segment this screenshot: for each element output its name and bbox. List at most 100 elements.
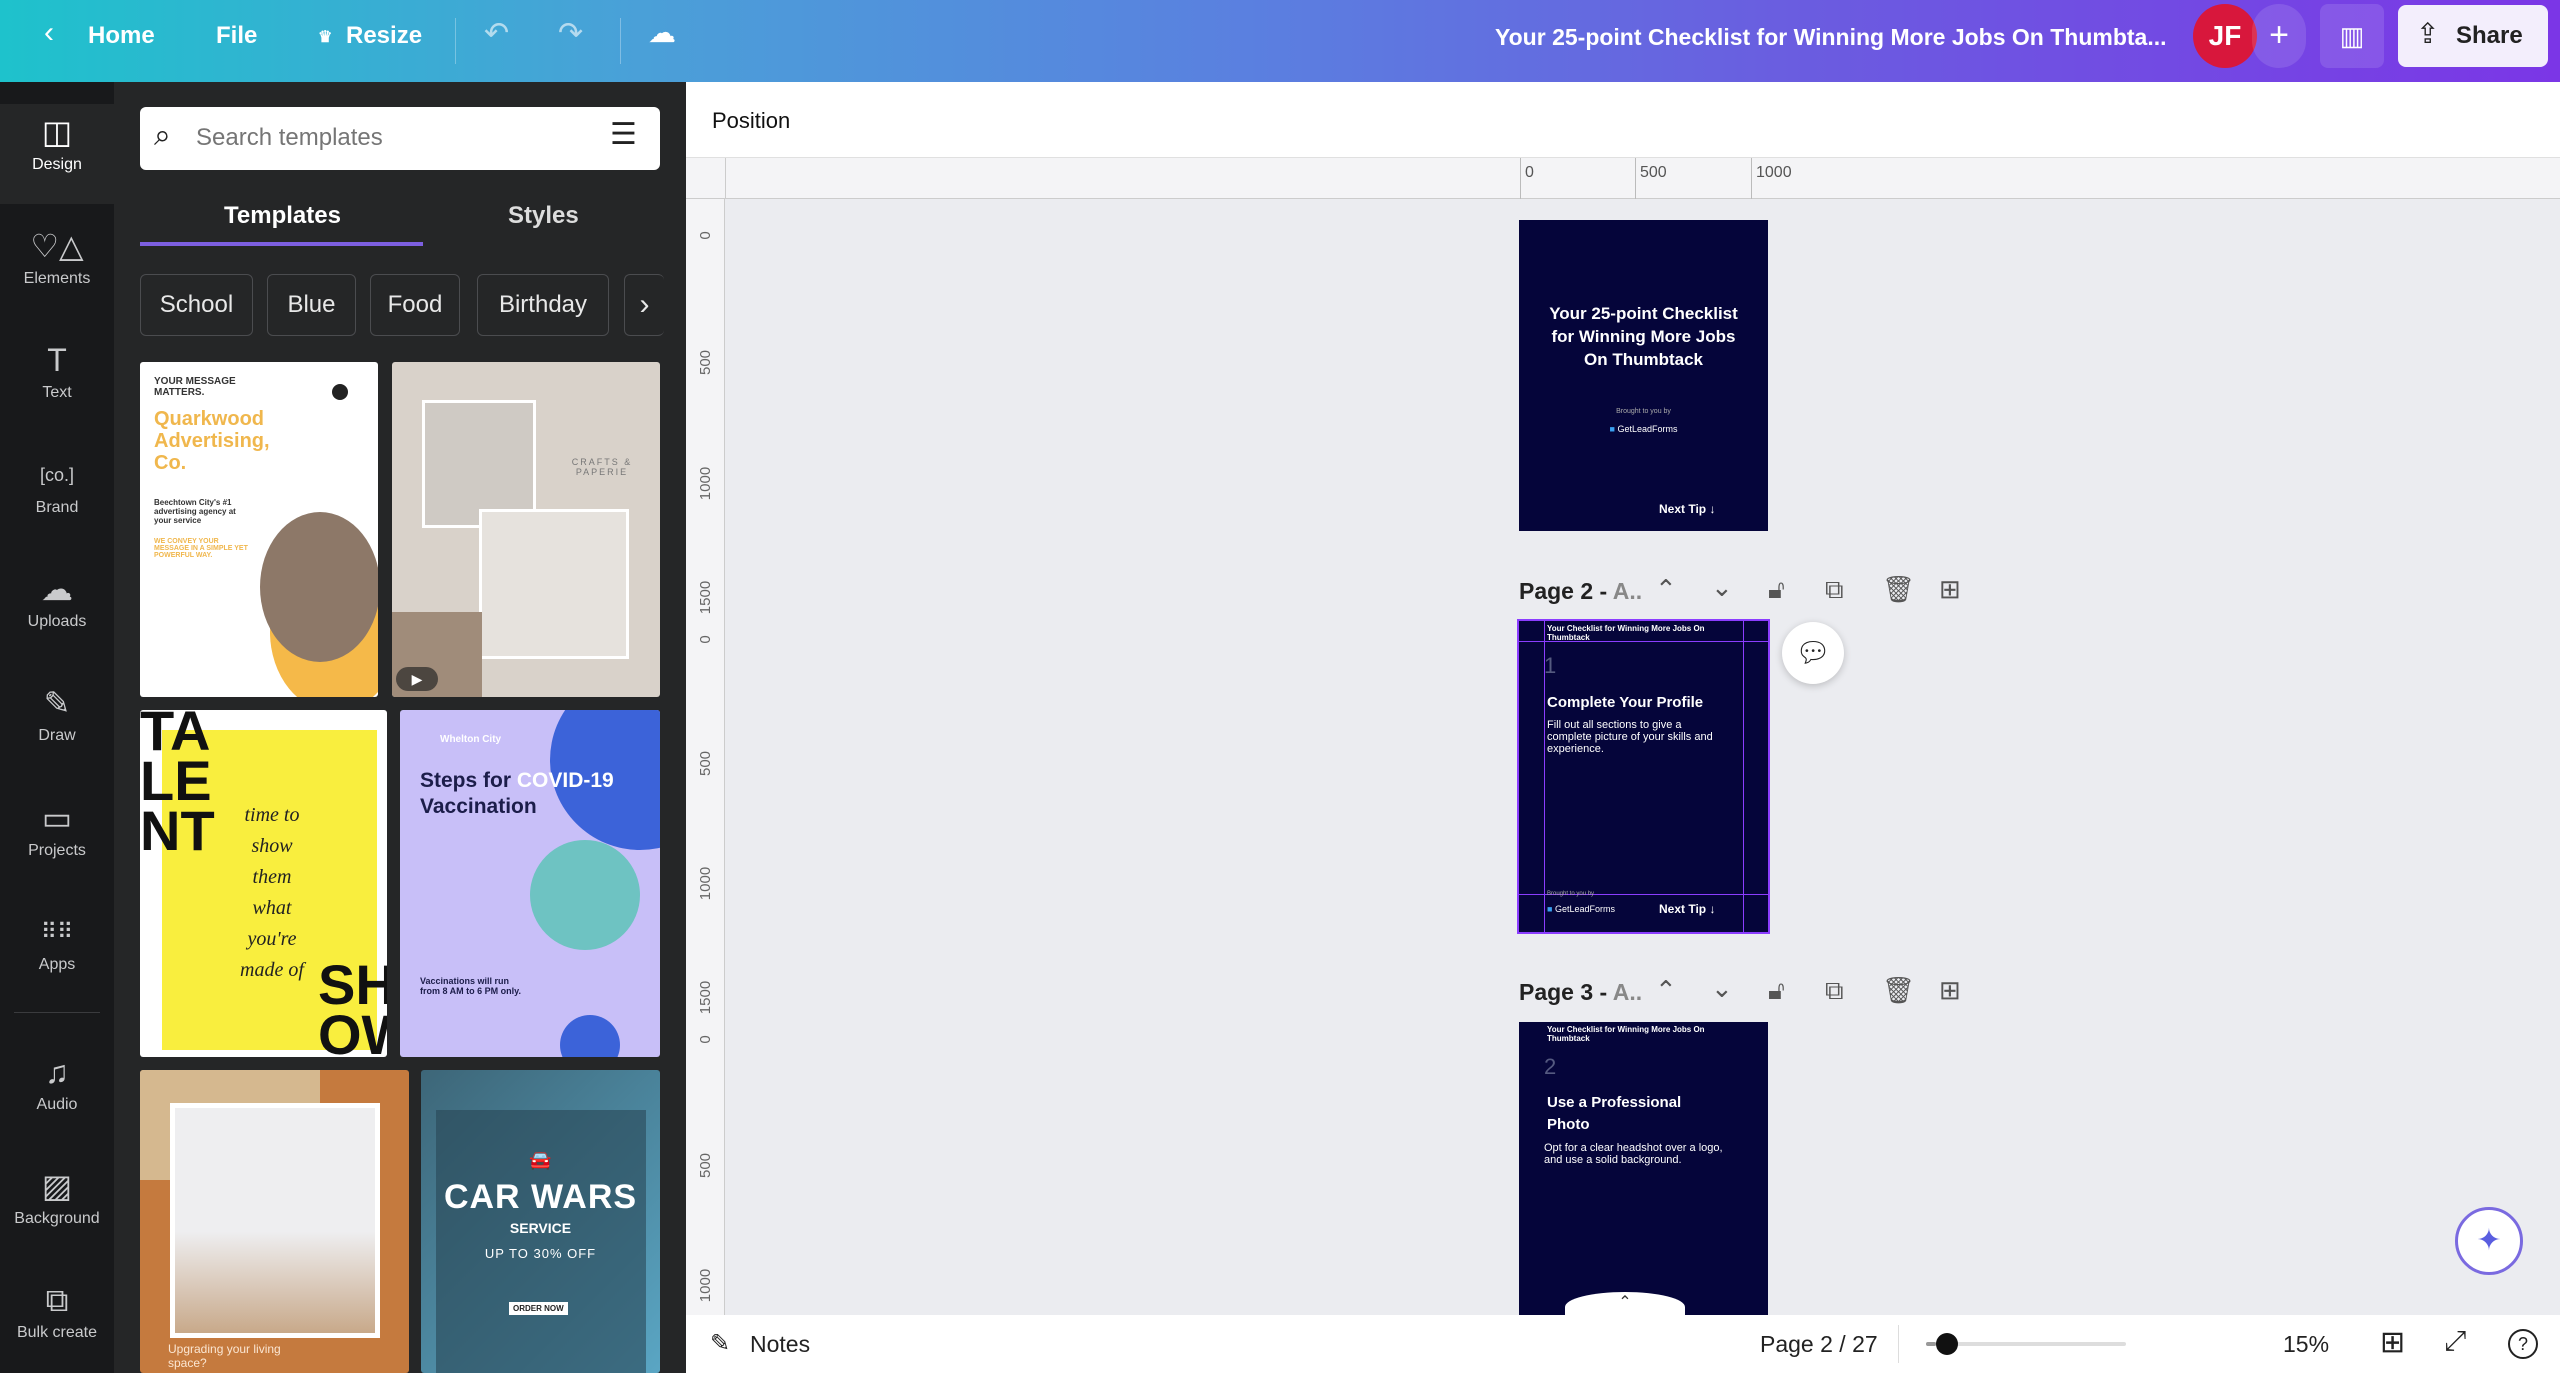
position-button[interactable]: Position <box>712 108 790 134</box>
rail-apps[interactable]: ⠿⠿ Apps <box>0 904 114 1004</box>
cloud-upload-icon: ☁ <box>41 571 73 607</box>
home-button[interactable]: Home <box>88 22 155 50</box>
rail-draw[interactable]: ✎ Draw <box>0 675 114 775</box>
help-icon[interactable]: ? <box>2508 1329 2538 1359</box>
template-text: COVID-19 <box>516 769 614 792</box>
rail-brand[interactable]: [co.] Brand <box>0 447 114 547</box>
rail-background[interactable]: ▨ Background <box>0 1158 114 1258</box>
lock-icon[interactable]: 🔓︎ <box>1768 975 1785 1007</box>
page-2-thumbnail[interactable]: Your Checklist for Winning More Jobs On … <box>1517 619 1770 934</box>
template-text: TA LE NT <box>140 710 215 859</box>
page-title-input[interactable]: A.. <box>1613 578 1642 604</box>
redo-icon[interactable]: ↷ <box>558 16 583 51</box>
back-chevron-icon[interactable]: ‹ <box>44 16 54 50</box>
insights-chart-icon[interactable]: ▥ <box>2320 4 2384 68</box>
rail-label: Uploads <box>27 613 87 630</box>
template-quarkwood[interactable]: YOUR MESSAGE MATTERS. Quarkwood Advertis… <box>140 362 378 697</box>
add-page-icon[interactable]: ⊞ <box>1939 574 1961 605</box>
template-text: time to show them what you're made of <box>240 804 304 981</box>
grid-view-icon[interactable]: ⊞ <box>2380 1325 2405 1360</box>
rail-projects[interactable]: ▭ Projects <box>0 790 114 890</box>
template-text: YOUR MESSAGE MATTERS. <box>154 376 236 398</box>
rail-label: Background <box>14 1210 100 1227</box>
page-header-text: Your Checklist for Winning More Jobs On … <box>1547 624 1705 642</box>
template-crafts-paperie[interactable]: CRAFTS & PAPERIE ▶ <box>392 362 660 697</box>
brought-by-text: Brought to you by <box>1616 408 1671 415</box>
page-title-input[interactable]: A.. <box>1613 979 1642 1005</box>
brand-name: GetLeadForms <box>1617 424 1678 434</box>
team-photo <box>260 512 378 662</box>
search-input[interactable] <box>196 119 596 157</box>
rail-bulk-create[interactable]: ⧉ Bulk create <box>0 1272 114 1372</box>
ruler-label: 500 <box>697 750 714 777</box>
crown-icon: ♛ <box>318 29 333 46</box>
chip-school[interactable]: School <box>140 274 253 336</box>
add-page-icon[interactable]: ⊞ <box>1939 975 1961 1006</box>
divider <box>1898 1325 1899 1363</box>
ruler-tick <box>1751 158 1752 199</box>
template-covid-vaccination[interactable]: Whelton City Steps for COVID-19 Vaccinati… <box>400 710 660 1057</box>
add-collaborator-button[interactable]: + <box>2252 4 2306 68</box>
search-box[interactable]: ⌕ ☰ <box>140 107 660 170</box>
notes-button[interactable]: Notes <box>750 1331 810 1358</box>
zoom-slider[interactable] <box>1926 1333 2126 1355</box>
add-comment-icon[interactable]: 💬︎ <box>1782 622 1844 684</box>
magic-assistant-sparkle-icon[interactable]: ✦ <box>2455 1207 2523 1275</box>
chip-food[interactable]: Food <box>370 274 460 336</box>
zoom-slider-handle[interactable] <box>1936 1333 1958 1355</box>
template-text: ORDER NOW <box>509 1302 568 1315</box>
rail-elements[interactable]: ♡△ Elements <box>0 218 114 318</box>
move-down-chevron-icon[interactable]: ⌄ <box>1711 973 1733 1004</box>
page-indicator[interactable]: Page 2 / 27 <box>1760 1331 1878 1358</box>
file-menu[interactable]: File <box>216 22 257 50</box>
template-text: UP TO 30% OFF <box>484 1246 597 1261</box>
cloud-saved-icon[interactable]: ☁ <box>648 16 676 49</box>
lock-icon[interactable]: 🔓︎ <box>1768 574 1785 606</box>
move-down-chevron-icon[interactable]: ⌄ <box>1711 572 1733 603</box>
page-1-thumbnail[interactable]: Your 25-point Checklist for Winning More… <box>1519 220 1768 531</box>
template-talent-show[interactable]: TA LE NT time to show them what you're mad… <box>140 710 387 1057</box>
duplicate-page-icon[interactable]: ⧉ <box>1825 975 1844 1007</box>
rail-design[interactable]: ◫ Design <box>0 104 114 204</box>
rail-text[interactable]: T Text <box>0 332 114 432</box>
avatar[interactable]: JF <box>2193 4 2257 68</box>
ruler-corner <box>725 158 726 199</box>
notes-icon[interactable]: ✎ <box>710 1329 730 1358</box>
chips-next-arrow[interactable]: › <box>624 274 664 336</box>
tab-templates[interactable]: Templates <box>224 202 341 230</box>
rail-uploads[interactable]: ☁ Uploads <box>0 561 114 661</box>
document-title[interactable]: Your 25-point Checklist for Winning More… <box>1495 24 2167 51</box>
left-rail: ◫ Design ♡△ Elements T Text [co.] Brand ☁ Upl… <box>0 82 114 1373</box>
page-3-thumbnail[interactable]: Your Checklist for Winning More Jobs On … <box>1519 1022 1768 1315</box>
delete-page-icon[interactable]: 🗑︎ <box>1882 975 1915 1006</box>
ruler-label: 1500 <box>697 580 714 615</box>
template-living-space[interactable]: Upgrading your living space? <box>140 1070 409 1373</box>
template-text: Steps for <box>420 769 517 792</box>
tip-body: Opt for a clear headshot over a logo, an… <box>1544 1142 1723 1166</box>
template-text: WE CONVEY YOUR MESSAGE IN A SIMPLE YET P… <box>154 538 248 559</box>
share-button[interactable]: ⇪ Share <box>2398 5 2548 67</box>
tab-styles[interactable]: Styles <box>508 202 579 230</box>
hatch-icon: ▨ <box>41 1168 73 1204</box>
undo-icon[interactable]: ↶ <box>484 16 509 51</box>
guide-line <box>1743 621 1744 932</box>
rail-label: Audio <box>36 1096 78 1113</box>
chip-blue[interactable]: Blue <box>267 274 356 336</box>
fullscreen-expand-icon[interactable]: ⤢ <box>2444 1325 2466 1358</box>
move-up-chevron-icon[interactable]: ⌃ <box>1655 574 1677 605</box>
resize-button[interactable]: Resize <box>346 22 422 50</box>
share-upload-icon: ⇪ <box>2416 18 2440 49</box>
ruler-label: 1000 <box>697 1268 714 1303</box>
rail-label: Text <box>42 384 72 401</box>
zoom-percentage[interactable]: 15% <box>2283 1331 2329 1358</box>
rail-audio[interactable]: ♫ Audio <box>0 1044 114 1144</box>
delete-page-icon[interactable]: 🗑︎ <box>1882 574 1915 605</box>
tip-number: 1 <box>1544 653 1557 678</box>
page-title-text: Your 25-point Checklist for Winning More… <box>1549 304 1738 369</box>
filter-sliders-icon[interactable]: ☰ <box>610 117 637 152</box>
template-car-wars[interactable]: 🚘 CAR WARS SERVICE UP TO 30% OFF ORDER N… <box>421 1070 660 1373</box>
duplicate-page-icon[interactable]: ⧉ <box>1825 574 1844 606</box>
move-up-chevron-icon[interactable]: ⌃ <box>1655 975 1677 1006</box>
chip-birthday[interactable]: Birthday <box>477 274 609 336</box>
page-3-label: Page 3 - A.. <box>1519 979 1642 1005</box>
